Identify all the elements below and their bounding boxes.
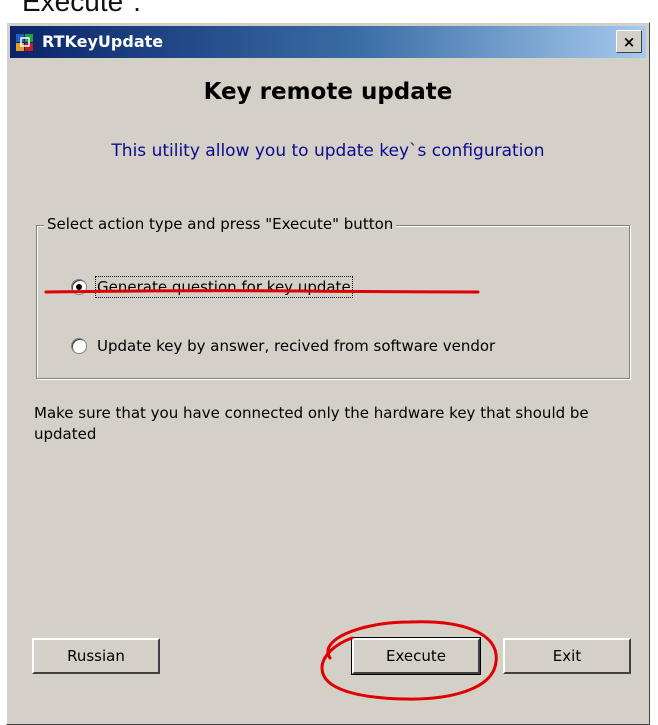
title-bar[interactable]: RTKeyUpdate × (10, 26, 646, 58)
close-icon: × (622, 32, 636, 51)
radio-update-key-by-answer[interactable]: Update key by answer, recived from softw… (71, 337, 495, 355)
radio-button-unchecked[interactable] (71, 338, 87, 354)
radio-button-checked[interactable] (71, 279, 87, 295)
dialog-subtitle: This utility allow you to update key`s c… (111, 141, 545, 161)
window-title: RTKeyUpdate (42, 32, 164, 51)
hardware-key-note: Make sure that you have connected only t… (34, 404, 589, 443)
radio-update-key-label[interactable]: Update key by answer, recived from softw… (97, 337, 495, 355)
execute-button-label: Execute (386, 647, 446, 665)
exit-button-label: Exit (552, 647, 582, 665)
exit-button[interactable]: Exit (503, 638, 631, 674)
dialog-heading: Key remote update (203, 79, 453, 105)
execute-button[interactable]: Execute (351, 637, 481, 675)
russian-button-label: Russian (67, 647, 125, 665)
action-type-group-legend: Select action type and press "Execute" b… (44, 215, 397, 233)
screenshot-page: Execute". RTKeyUpdate × Key remote updat… (0, 0, 658, 725)
radio-generate-question-label[interactable]: Generate question for key update (95, 276, 353, 298)
radio-generate-question[interactable]: Generate question for key update (71, 276, 353, 298)
action-type-group: Select action type and press "Execute" b… (36, 215, 630, 379)
russian-button[interactable]: Russian (32, 638, 160, 674)
rtkeyupdate-window: RTKeyUpdate × Key remote update This uti… (6, 22, 650, 725)
app-icon (16, 34, 33, 51)
close-button[interactable]: × (616, 30, 642, 53)
cropped-caption-text: Execute". (22, 0, 141, 17)
